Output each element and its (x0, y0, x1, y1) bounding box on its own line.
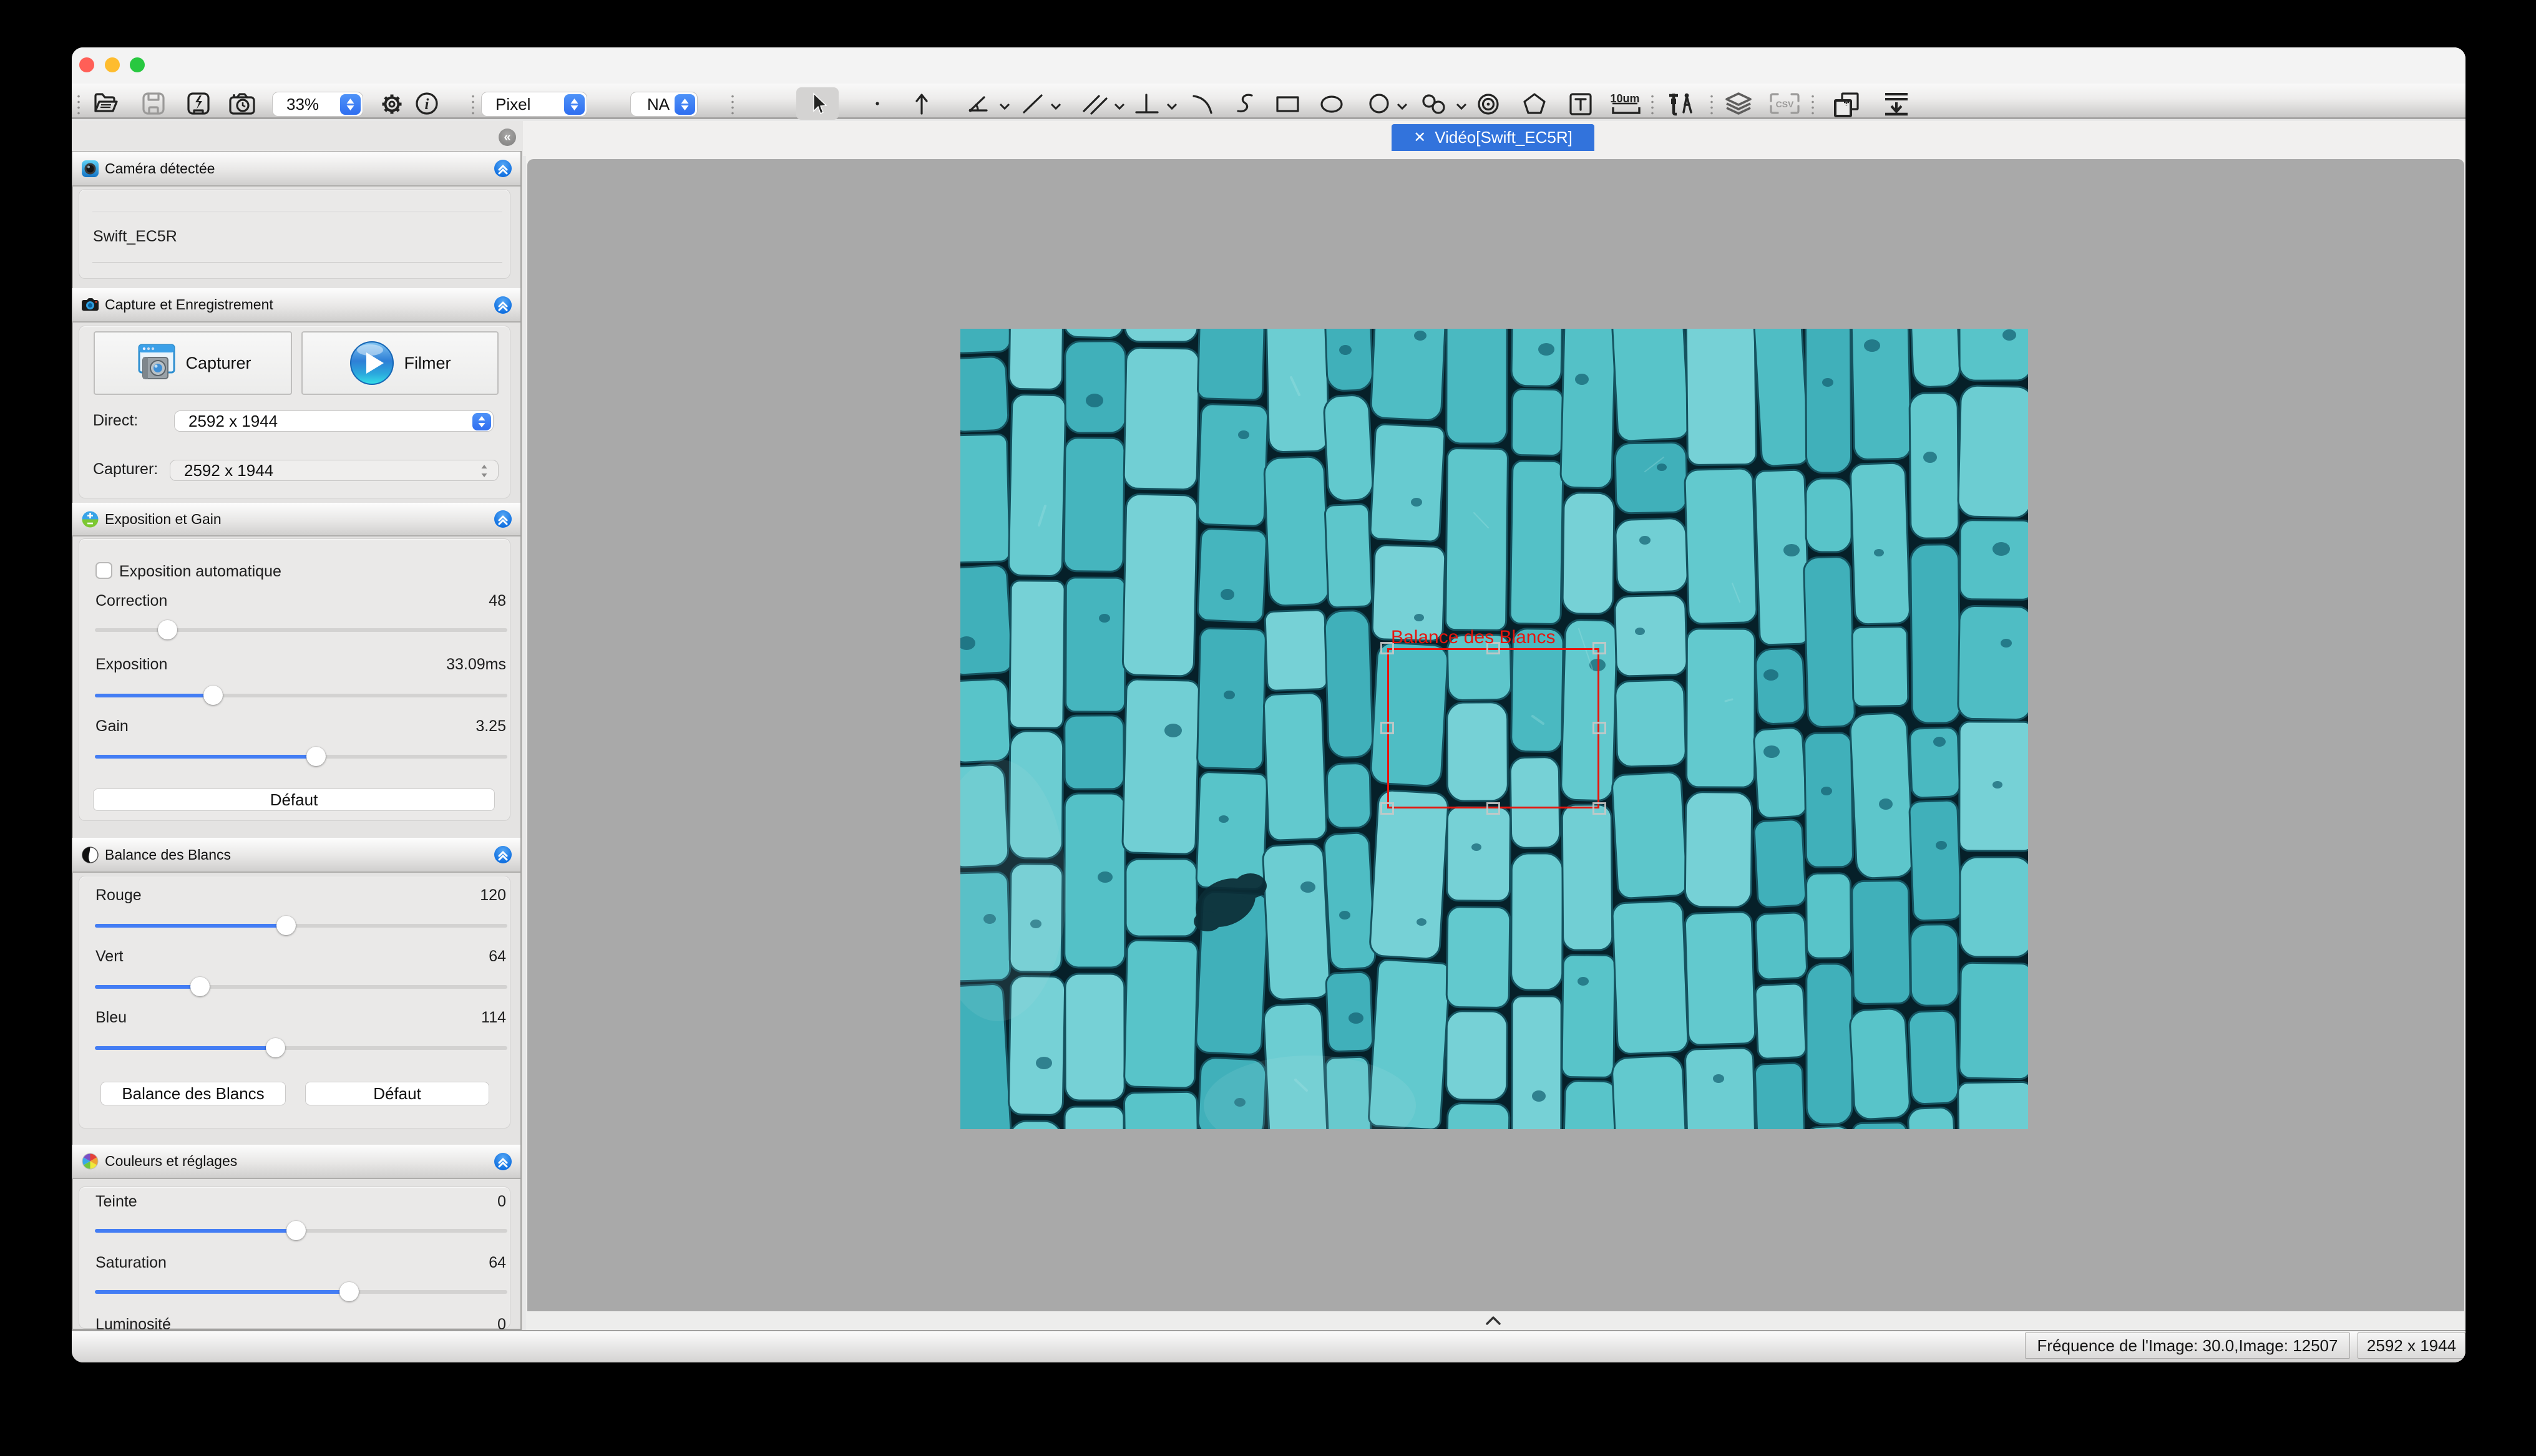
svg-text:i: i (425, 96, 429, 113)
svg-text:CSV: CSV (1776, 99, 1794, 109)
